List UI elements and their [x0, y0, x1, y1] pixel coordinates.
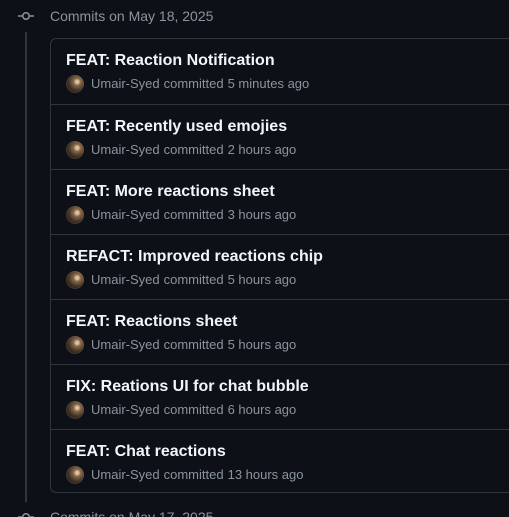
commit-verb: committed [163, 207, 224, 222]
author-avatar[interactable] [66, 271, 84, 289]
commit-row: FEAT: Recently used emojies Umair-Syed c… [51, 104, 509, 169]
commit-verb: committed [163, 76, 224, 91]
commit-group-header: Commits on May 18, 2025 [16, 6, 213, 26]
commit-verb: committed [163, 402, 224, 417]
author-avatar[interactable] [66, 206, 84, 224]
commit-time: 5 hours ago [227, 337, 297, 352]
author-avatar[interactable] [66, 75, 84, 93]
commit-message-link[interactable]: FEAT: Recently used emojies [66, 116, 509, 138]
author-avatar[interactable] [66, 336, 84, 354]
commit-row: FEAT: Reaction Notification Umair-Syed c… [51, 39, 509, 104]
commit-list: FEAT: Reaction Notification Umair-Syed c… [50, 38, 509, 493]
author-avatar[interactable] [66, 141, 84, 159]
commit-history-page: Commits on May 18, 2025 FEAT: Reaction N… [0, 0, 509, 517]
commit-verb: committed [163, 467, 224, 482]
commit-meta: Umair-Syed committed 5 hours ago [66, 335, 509, 355]
commit-message-link[interactable]: FEAT: More reactions sheet [66, 181, 509, 203]
commit-meta: Umair-Syed committed 13 hours ago [66, 465, 509, 485]
commit-message-link[interactable]: FEAT: Chat reactions [66, 441, 509, 463]
commit-time: 5 minutes ago [227, 76, 310, 91]
commit-message-link[interactable]: FEAT: Reaction Notification [66, 50, 509, 72]
commit-message-link[interactable]: FIX: Reations UI for chat bubble [66, 376, 509, 398]
commit-author-link[interactable]: Umair-Syed [91, 466, 160, 484]
commit-time: 2 hours ago [227, 142, 297, 157]
commit-row: FEAT: More reactions sheet Umair-Syed co… [51, 169, 509, 234]
commit-author-link[interactable]: Umair-Syed [91, 271, 160, 289]
commit-meta: Umair-Syed committed 6 hours ago [66, 400, 509, 420]
commit-author-link[interactable]: Umair-Syed [91, 206, 160, 224]
commit-row: FEAT: Chat reactions Umair-Syed committe… [51, 429, 509, 492]
commit-time: 6 hours ago [227, 402, 297, 417]
git-commit-icon [16, 6, 36, 26]
commit-meta: Umair-Syed committed 3 hours ago [66, 205, 509, 225]
commit-row: REFACT: Improved reactions chip Umair-Sy… [51, 234, 509, 299]
commit-row: FIX: Reations UI for chat bubble Umair-S… [51, 364, 509, 429]
commit-author-link[interactable]: Umair-Syed [91, 75, 160, 93]
commit-verb: committed [163, 337, 224, 352]
git-commit-icon [16, 507, 36, 517]
commit-group-title: Commits on May 18, 2025 [50, 8, 214, 24]
commit-time: 13 hours ago [227, 467, 304, 482]
commit-row: FEAT: Reactions sheet Umair-Syed committ… [51, 299, 509, 364]
commit-meta: Umair-Syed committed 5 minutes ago [66, 74, 509, 94]
commit-author-link[interactable]: Umair-Syed [91, 336, 160, 354]
commit-meta: Umair-Syed committed 2 hours ago [66, 140, 509, 160]
author-avatar[interactable] [66, 466, 84, 484]
author-avatar[interactable] [66, 401, 84, 419]
commit-group-title: Commits on May 17, 2025 [50, 509, 214, 517]
timeline-line [25, 32, 27, 502]
commit-author-link[interactable]: Umair-Syed [91, 401, 160, 419]
commit-time: 3 hours ago [227, 207, 297, 222]
commit-verb: committed [163, 142, 224, 157]
commit-group-header: Commits on May 17, 2025 [16, 507, 213, 517]
commit-meta: Umair-Syed committed 5 hours ago [66, 270, 509, 290]
commit-time: 5 hours ago [227, 272, 297, 287]
commit-author-link[interactable]: Umair-Syed [91, 141, 160, 159]
commit-message-link[interactable]: FEAT: Reactions sheet [66, 311, 509, 333]
commit-verb: committed [163, 272, 224, 287]
commit-message-link[interactable]: REFACT: Improved reactions chip [66, 246, 509, 268]
